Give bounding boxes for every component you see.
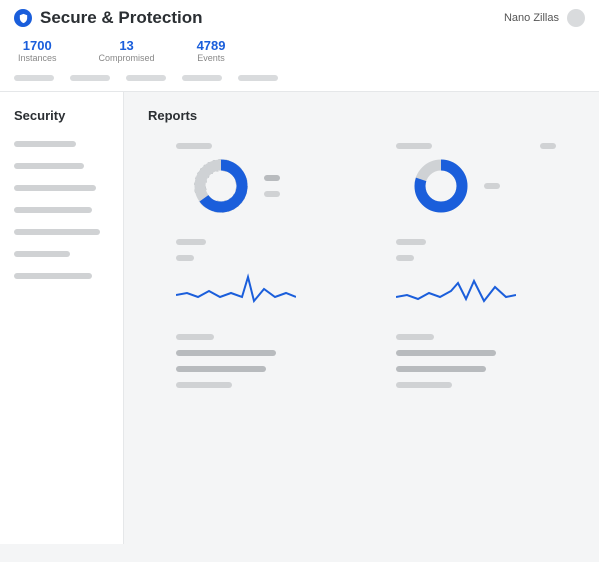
filter-pill[interactable] (14, 75, 54, 81)
metric-value (396, 255, 414, 261)
chart-legend (484, 183, 500, 189)
report-cards (148, 143, 575, 398)
card-title-placeholder (176, 143, 212, 149)
header-top: Secure & Protection Nano Zillas (14, 8, 585, 34)
sidebar-item[interactable] (14, 163, 84, 169)
metric-label (396, 239, 426, 245)
stat-events[interactable]: 4789 Events (197, 38, 226, 63)
list-item (176, 382, 232, 388)
donut-chart (194, 159, 248, 213)
stat-value: 13 (99, 38, 155, 53)
sidebar-title: Security (14, 108, 109, 123)
brand: Secure & Protection (14, 8, 203, 28)
chart-legend (264, 175, 280, 197)
sidebar-item[interactable] (14, 185, 96, 191)
user-name: Nano Zillas (504, 12, 559, 24)
content-title: Reports (148, 108, 575, 123)
sidebar-item[interactable] (14, 207, 92, 213)
sidebar-item[interactable] (14, 141, 76, 147)
list-header (396, 334, 434, 340)
sidebar-item[interactable] (14, 273, 92, 279)
stat-value: 1700 (18, 38, 57, 53)
filter-pill[interactable] (238, 75, 278, 81)
main: Security Reports (0, 92, 599, 544)
list-item (396, 350, 496, 356)
shield-icon (14, 9, 32, 27)
page-title: Secure & Protection (40, 8, 203, 28)
legend-item (264, 175, 280, 181)
stat-label: Events (197, 53, 226, 63)
stat-instances[interactable]: 1700 Instances (18, 38, 57, 63)
legend-item (484, 183, 500, 189)
avatar (567, 9, 585, 27)
content: Reports (124, 92, 599, 544)
report-card (396, 143, 556, 398)
legend-item (264, 191, 280, 197)
stat-compromised[interactable]: 13 Compromised (99, 38, 155, 63)
user-menu[interactable]: Nano Zillas (504, 9, 585, 27)
donut-chart (414, 159, 468, 213)
filter-pill[interactable] (126, 75, 166, 81)
filter-pill[interactable] (70, 75, 110, 81)
stat-label: Instances (18, 53, 57, 63)
stats-row: 1700 Instances 13 Compromised 4789 Event… (14, 34, 585, 69)
sparkline-chart (396, 267, 556, 316)
sidebar-item[interactable] (14, 251, 70, 257)
sidebar: Security (0, 92, 124, 544)
card-action-placeholder[interactable] (540, 143, 556, 149)
report-card (176, 143, 336, 398)
list-block (176, 334, 336, 388)
header: Secure & Protection Nano Zillas 1700 Ins… (0, 0, 599, 92)
filter-row (14, 69, 585, 91)
list-block (396, 334, 556, 388)
sparkline-chart (176, 267, 336, 316)
list-header (176, 334, 214, 340)
card-title-placeholder (396, 143, 432, 149)
metric-value (176, 255, 194, 261)
sidebar-item[interactable] (14, 229, 100, 235)
list-item (176, 366, 266, 372)
metric-label (176, 239, 206, 245)
list-item (396, 366, 486, 372)
stat-value: 4789 (197, 38, 226, 53)
filter-pill[interactable] (182, 75, 222, 81)
list-item (176, 350, 276, 356)
stat-label: Compromised (99, 53, 155, 63)
list-item (396, 382, 452, 388)
